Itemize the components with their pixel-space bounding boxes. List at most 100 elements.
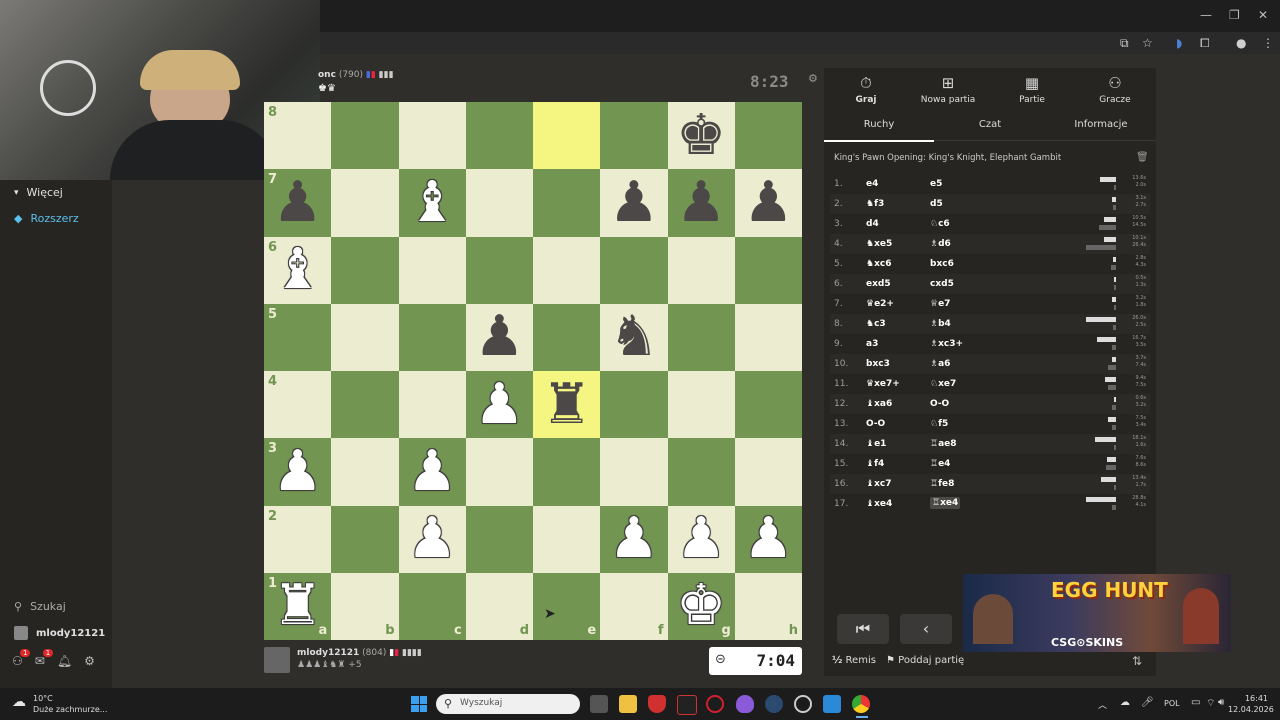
square-e2[interactable] xyxy=(533,505,601,573)
flip-board-icon[interactable]: ⇅ xyxy=(1132,654,1142,668)
white-piece[interactable]: ♟ xyxy=(407,443,457,500)
white-move[interactable]: ♞xe5 xyxy=(866,239,892,249)
app-icon[interactable] xyxy=(794,695,812,713)
taskbar-search[interactable]: ⚲ Wyszukaj xyxy=(436,694,580,714)
square-b7[interactable] xyxy=(331,169,399,237)
black-move[interactable]: ♘c6 xyxy=(930,219,950,229)
black-move[interactable]: ♘xe7 xyxy=(930,379,956,389)
square-c2[interactable]: ♟ xyxy=(398,505,466,573)
square-g8[interactable]: ♚ xyxy=(667,102,735,170)
square-h6[interactable] xyxy=(734,236,802,304)
white-piece[interactable]: ♝ xyxy=(407,174,457,231)
white-move[interactable]: ♝xa6 xyxy=(866,399,892,409)
square-a1[interactable]: ♜ 1 a xyxy=(264,572,332,640)
white-move[interactable]: O-O xyxy=(866,419,885,429)
square-g7[interactable]: ♟ xyxy=(667,169,735,237)
app-icon[interactable] xyxy=(677,695,697,715)
white-move[interactable]: ♝xc7 xyxy=(866,479,891,489)
black-move[interactable]: ♖fe8 xyxy=(930,479,954,489)
square-a5[interactable]: 5 xyxy=(264,303,332,371)
black-piece[interactable]: ♜ xyxy=(542,376,592,433)
square-h4[interactable] xyxy=(734,371,802,439)
square-b3[interactable] xyxy=(331,438,399,506)
square-f3[interactable] xyxy=(600,438,668,506)
black-piece[interactable]: ♟ xyxy=(609,174,659,231)
sidebar-search[interactable]: ⚲ Szukaj xyxy=(14,600,66,613)
network-icon[interactable]: ⌔ xyxy=(1206,697,1215,710)
square-b6[interactable] xyxy=(331,236,399,304)
square-c1[interactable]: c xyxy=(398,572,466,640)
sidebar-user[interactable]: mlody12121 xyxy=(14,626,105,640)
square-a8[interactable]: 8 xyxy=(264,102,332,170)
tab-board[interactable]: ▦ Partie xyxy=(992,74,1072,105)
black-move[interactable]: ♗xc3+ xyxy=(930,339,963,349)
white-move[interactable]: ♝e1 xyxy=(866,439,886,449)
square-g2[interactable]: ♟ xyxy=(667,505,735,573)
store-icon[interactable] xyxy=(823,695,841,713)
display-icon[interactable]: ▭ xyxy=(1191,697,1200,708)
square-d7[interactable] xyxy=(465,169,533,237)
black-piece[interactable]: ♟ xyxy=(273,174,323,231)
square-a7[interactable]: ♟ 7 xyxy=(264,169,332,237)
square-c7[interactable]: ♝ xyxy=(398,169,466,237)
white-move[interactable]: ♝xe4 xyxy=(866,499,892,509)
square-f2[interactable]: ♟ xyxy=(600,505,668,573)
white-move[interactable]: ♞xc6 xyxy=(866,259,891,269)
square-a2[interactable]: 2 xyxy=(264,505,332,573)
white-move[interactable]: exd5 xyxy=(866,279,891,289)
white-move[interactable]: e4 xyxy=(866,179,878,189)
white-piece[interactable]: ♟ xyxy=(273,443,323,500)
black-move[interactable]: ♖e4 xyxy=(930,459,950,469)
chess-board[interactable]: 8 ♚ ♟ 7 ♝ ♟ ♟ ♟ ♝ 6 5 ♟ ♞ 4 ♟ ♜ ♟ 3 ♟ 2 ♟ ♟ ♟ ♟ ♜ 1 a b c d e f ♚ g h xyxy=(264,102,802,640)
black-move[interactable]: ♗d6 xyxy=(930,239,951,249)
sidebar-item-extend[interactable]: ◆ Rozszerz xyxy=(14,212,79,225)
square-e6[interactable] xyxy=(533,236,601,304)
square-e7[interactable] xyxy=(533,169,601,237)
square-h2[interactable]: ♟ xyxy=(734,505,802,573)
white-move[interactable]: ♛xe7+ xyxy=(866,379,900,389)
square-d5[interactable]: ♟ xyxy=(465,303,533,371)
square-b2[interactable] xyxy=(331,505,399,573)
black-move[interactable]: cxd5 xyxy=(930,279,954,289)
tab-clock[interactable]: ⏱ Graj xyxy=(826,74,906,105)
square-d6[interactable] xyxy=(465,236,533,304)
square-c8[interactable] xyxy=(398,102,466,170)
address-bar[interactable] xyxy=(320,32,1280,54)
white-piece[interactable]: ♟ xyxy=(743,511,793,567)
white-piece[interactable]: ♟ xyxy=(474,376,524,433)
black-move[interactable]: ♕e7 xyxy=(930,299,950,309)
gear-icon[interactable]: ⚙ xyxy=(808,72,818,85)
cast-icon[interactable]: ⧉ xyxy=(1120,36,1129,51)
square-b4[interactable] xyxy=(331,371,399,439)
square-a4[interactable]: 4 xyxy=(264,371,332,439)
black-move[interactable]: O-O xyxy=(930,399,949,409)
trash-icon[interactable]: 🗑︎ xyxy=(1136,152,1149,163)
clock-widget[interactable]: 16:41 12.04.2026 xyxy=(1228,693,1274,715)
chevron-up-icon[interactable]: ︿ xyxy=(1098,698,1107,711)
black-piece[interactable]: ♚ xyxy=(676,107,726,164)
square-b1[interactable]: b xyxy=(331,572,399,640)
resign-button[interactable]: ⚑ Poddaj partię xyxy=(886,655,964,666)
white-piece[interactable]: ♟ xyxy=(609,511,659,567)
square-g6[interactable] xyxy=(667,236,735,304)
black-move[interactable]: ♗b4 xyxy=(930,319,951,329)
square-f4[interactable] xyxy=(600,371,668,439)
square-f7[interactable]: ♟ xyxy=(600,169,668,237)
square-a3[interactable]: ♟ 3 xyxy=(264,438,332,506)
shield-app-icon[interactable] xyxy=(648,695,666,713)
ad-banner[interactable]: EGG HUNT CSG⊙SKINS xyxy=(963,574,1231,652)
square-h1[interactable]: h xyxy=(734,572,802,640)
black-move[interactable]: d5 xyxy=(930,199,943,209)
square-g5[interactable] xyxy=(667,303,735,371)
square-g3[interactable] xyxy=(667,438,735,506)
square-d3[interactable] xyxy=(465,438,533,506)
black-move[interactable]: e5 xyxy=(930,179,942,189)
steam-icon[interactable] xyxy=(765,695,783,713)
tab-plus[interactable]: ⊞ Nowa partia xyxy=(908,74,988,105)
sidebar-item-more[interactable]: ▾ Więcej xyxy=(14,186,63,199)
first-move-button[interactable]: ⏮ xyxy=(837,614,889,644)
messages-icon[interactable]: ✉ 1 xyxy=(35,649,54,668)
square-f8[interactable] xyxy=(600,102,668,170)
square-h3[interactable] xyxy=(734,438,802,506)
square-c5[interactable] xyxy=(398,303,466,371)
